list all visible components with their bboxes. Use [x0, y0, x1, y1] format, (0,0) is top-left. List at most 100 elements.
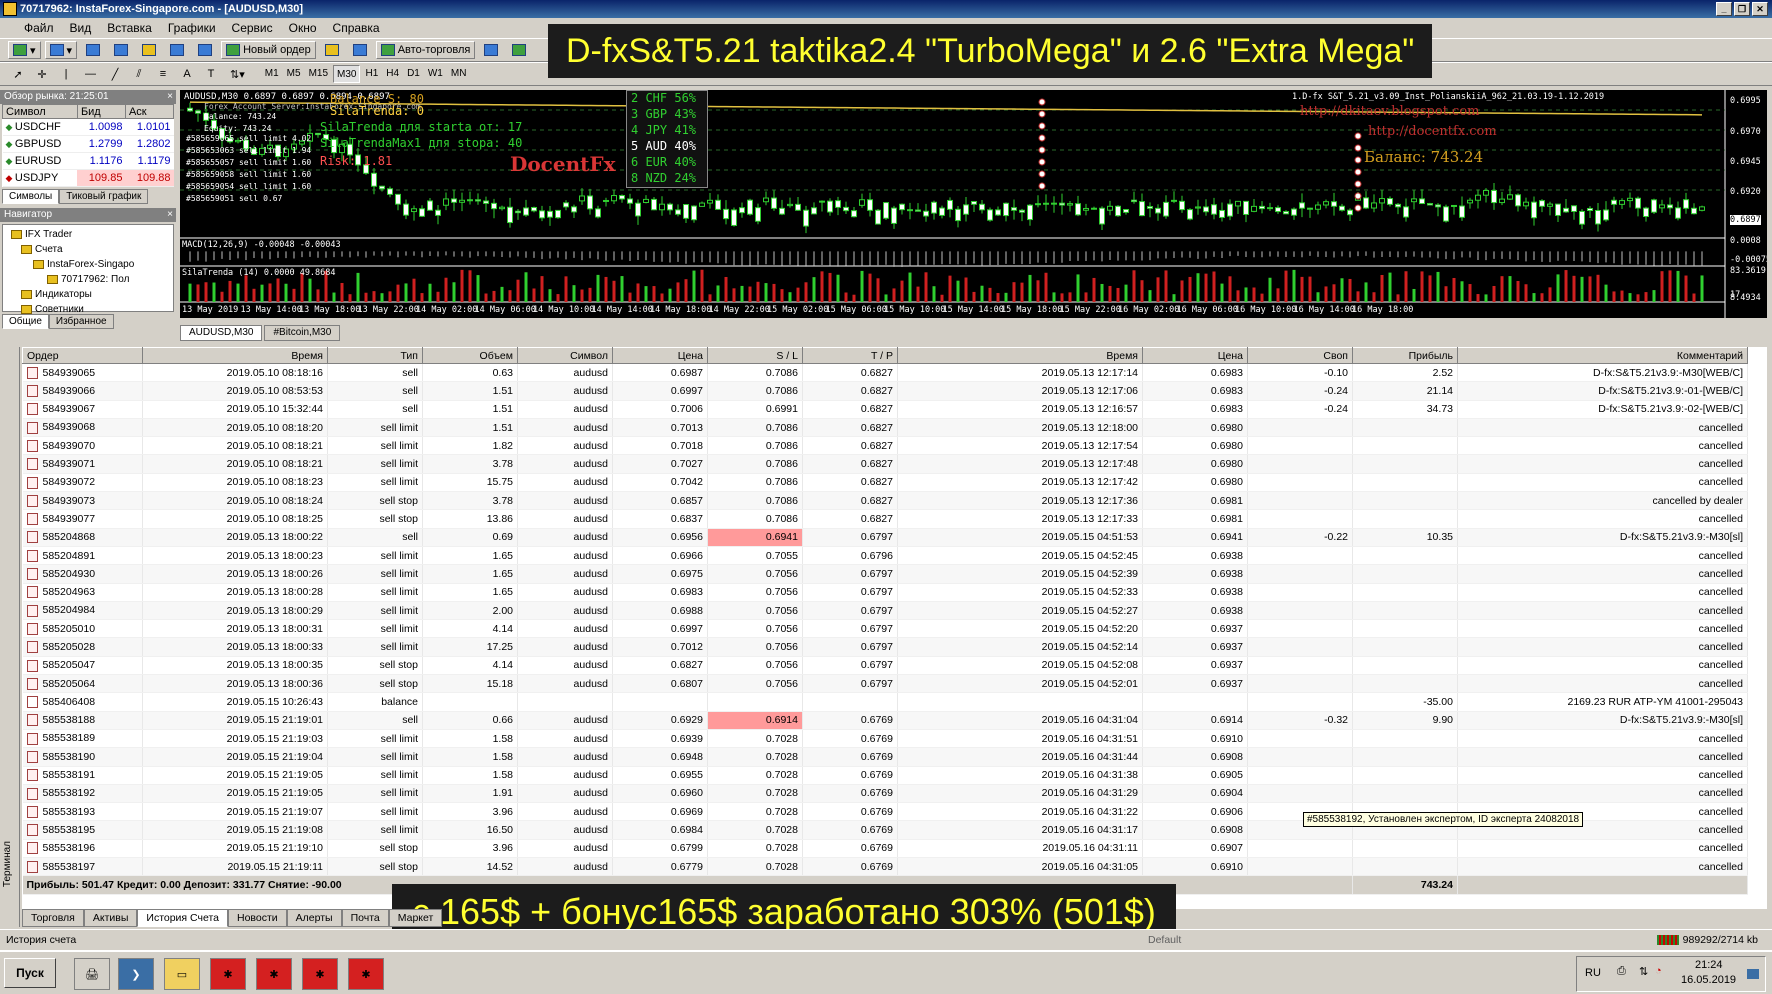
vline-tool[interactable]: | [56, 65, 76, 83]
data-window-button[interactable] [109, 41, 133, 59]
history-header[interactable]: Тип [327, 347, 423, 364]
timeframe-h4[interactable]: H4 [383, 65, 402, 83]
nav-item[interactable]: 70717962: Пол [7, 272, 169, 287]
table-row[interactable]: 585204963 2019.05.13 18:00:28 sell limit 1.… [22, 583, 1748, 602]
network-tray-icon[interactable]: ⇅ [1639, 965, 1648, 978]
menu-item[interactable]: Справка [333, 21, 380, 35]
menu-item[interactable]: Вид [70, 21, 92, 35]
terminal-tab[interactable]: История Счета [137, 909, 228, 927]
table-row[interactable]: 584939070 2019.05.10 08:18:21 sell limit 1.… [22, 436, 1748, 456]
terminal-tab[interactable]: Торговля [22, 909, 84, 927]
terminal-tab[interactable]: Алерты [286, 909, 342, 927]
history-header[interactable]: Время [142, 347, 328, 364]
bar-chart-button[interactable] [479, 41, 503, 59]
table-row[interactable]: 585204930 2019.05.13 18:00:26 sell limit 1.… [22, 564, 1748, 584]
mw-tab[interactable]: Символы [2, 189, 60, 204]
volume-tray-icon[interactable]: ◔ [1655, 965, 1662, 977]
taskbar-terminal-icon-4[interactable]: ✱ [348, 958, 384, 990]
menu-item[interactable]: Файл [24, 21, 54, 35]
text-tool[interactable]: A [177, 65, 197, 83]
mw-row[interactable]: ◆ GBPUSD 1.2799 1.2802 [2, 135, 174, 153]
timeframe-h1[interactable]: H1 [362, 65, 381, 83]
chart-tab[interactable]: AUDUSD,M30 [180, 325, 263, 341]
table-row[interactable]: 585204891 2019.05.13 18:00:23 sell limit 1.… [22, 546, 1748, 566]
channel-tool[interactable]: ⫽ [129, 65, 149, 83]
table-row[interactable]: 584939067 2019.05.10 15:32:44 sell 1.51 audu… [22, 400, 1748, 419]
new-chart-button[interactable]: ▾ [8, 41, 41, 59]
table-row[interactable]: 585538191 2019.05.15 21:19:05 sell limit 1.… [22, 766, 1748, 785]
table-row[interactable]: 584939066 2019.05.10 08:53:53 sell 1.51 audu… [22, 381, 1748, 401]
table-row[interactable]: 584939068 2019.05.10 08:18:20 sell limit 1.… [22, 418, 1748, 438]
timeframe-m5[interactable]: M5 [284, 65, 304, 83]
taskbar-terminal-icon-3[interactable]: ✱ [302, 958, 338, 990]
table-row[interactable]: 585205064 2019.05.13 18:00:36 sell stop 15.… [22, 674, 1748, 694]
options-button[interactable] [348, 41, 372, 59]
timeframe-w1[interactable]: W1 [425, 65, 446, 83]
nav-item[interactable]: IFX Trader [7, 227, 169, 242]
candle-chart-button[interactable] [507, 41, 531, 59]
terminal-tab[interactable]: Маркет [388, 909, 443, 927]
mw-row[interactable]: ◆ USDJPY 109.85 109.88 [2, 169, 174, 187]
table-row[interactable]: 585205010 2019.05.13 18:00:31 sell limit 4.… [22, 619, 1748, 639]
auto-trading-button[interactable]: Авто-торговля [375, 41, 476, 59]
table-row[interactable]: 584939077 2019.05.10 08:18:25 sell stop 13.… [22, 509, 1748, 529]
table-row[interactable]: 584939065 2019.05.10 08:18:16 sell 0.63 audu… [22, 363, 1748, 383]
menu-item[interactable]: Окно [289, 21, 317, 35]
mw-tab[interactable]: Тиковый график [59, 189, 149, 204]
minimize-button[interactable]: _ [1716, 2, 1732, 16]
table-row[interactable]: 585538188 2019.05.15 21:19:01 sell 0.66 audu… [22, 711, 1748, 730]
taskbar-app-icon-1[interactable]: 🖨 [74, 958, 110, 990]
table-row[interactable]: 585205047 2019.05.13 18:00:35 sell stop 4.1… [22, 656, 1748, 676]
table-row[interactable]: 585538189 2019.05.15 21:19:03 sell limit 1.… [22, 729, 1748, 749]
mw-header[interactable]: Аск [124, 104, 175, 119]
new-order-button[interactable]: Новый ордер [221, 41, 316, 59]
profiles-button[interactable]: ▾ [44, 41, 78, 59]
menu-item[interactable]: Вставка [107, 21, 152, 35]
taskbar-folder-icon[interactable]: ▭ [164, 958, 200, 990]
timeframe-m30[interactable]: M30 [333, 65, 361, 83]
mw-row[interactable]: ◆ USDCHF 1.0098 1.0101 [2, 118, 174, 136]
history-header[interactable]: Время [897, 347, 1143, 364]
cursor-tool[interactable]: ➚ [8, 65, 28, 83]
nav-item[interactable]: Индикаторы [7, 287, 169, 302]
terminal-button[interactable] [165, 41, 189, 59]
history-header[interactable]: Ордер [22, 347, 143, 364]
mw-header[interactable]: Символ [2, 104, 78, 119]
timeframe-m15[interactable]: M15 [306, 65, 331, 83]
market-watch-button[interactable] [81, 41, 105, 59]
table-row[interactable]: 584939071 2019.05.10 08:18:21 sell limit 3.… [22, 454, 1748, 474]
taskbar-powershell-icon[interactable]: ❯ [118, 958, 154, 990]
close-button[interactable]: ✕ [1752, 2, 1768, 16]
history-header[interactable]: Прибыль [1352, 347, 1458, 364]
show-desktop-icon[interactable] [1747, 969, 1759, 979]
history-header[interactable]: Цена [612, 347, 708, 364]
arrows-tool[interactable]: ⇅▾ [225, 65, 250, 83]
history-header[interactable]: Объем [422, 347, 518, 364]
table-row[interactable]: 585205028 2019.05.13 18:00:33 sell limit 17… [22, 637, 1748, 657]
restore-button[interactable]: ❐ [1734, 2, 1750, 16]
table-row[interactable]: 585204984 2019.05.13 18:00:29 sell limit 2.… [22, 601, 1748, 621]
chart-area[interactable]: AUDUSD,M30 0.6897 0.6897 0.6894 0.6897 B… [180, 90, 1767, 318]
table-row[interactable]: 585538197 2019.05.15 21:19:11 sell stop 14.… [22, 857, 1748, 877]
hline-tool[interactable]: — [80, 65, 101, 83]
table-row[interactable]: 584939073 2019.05.10 08:18:24 sell stop 3.7… [22, 491, 1748, 511]
taskbar-terminal-icon-2[interactable]: ✱ [256, 958, 292, 990]
history-header[interactable]: Символ [517, 347, 613, 364]
tester-button[interactable] [193, 41, 217, 59]
trendline-tool[interactable]: ╱ [105, 65, 125, 83]
close-icon[interactable]: × [167, 90, 173, 104]
navigator-button[interactable] [137, 41, 161, 59]
nav-item[interactable]: Советники [7, 302, 169, 317]
menu-item[interactable]: Графики [168, 21, 216, 35]
close-icon[interactable]: × [167, 208, 173, 222]
start-button[interactable]: Пуск [4, 958, 56, 988]
language-indicator[interactable]: RU [1585, 967, 1601, 979]
terminal-tab[interactable]: Активы [83, 909, 138, 927]
chart-tab[interactable]: #Bitcoin,M30 [264, 325, 341, 341]
table-row[interactable]: 585406408 2019.05.15 10:26:43 balance -35.0… [22, 692, 1748, 712]
terminal-tab[interactable]: Новости [227, 909, 287, 927]
history-header[interactable]: Своп [1247, 347, 1353, 364]
nav-item[interactable]: InstaForex-Singapo [7, 257, 169, 272]
printer-tray-icon[interactable]: ⎙ [1617, 965, 1626, 978]
metaeditor-button[interactable] [320, 41, 344, 59]
